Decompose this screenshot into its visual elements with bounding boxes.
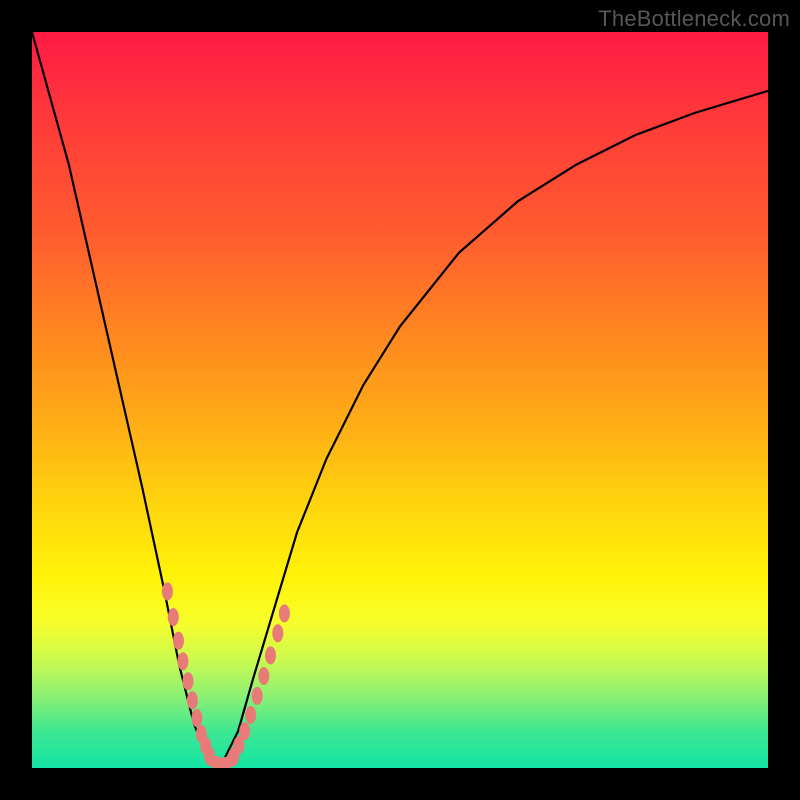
- bead-marker: [177, 652, 188, 670]
- bead-marker: [245, 706, 256, 724]
- bead-marker: [219, 757, 237, 768]
- bead-marker: [252, 687, 263, 705]
- bead-marker: [187, 691, 198, 709]
- bead-marker: [239, 722, 250, 740]
- bead-marker: [168, 608, 179, 626]
- bead-marker: [191, 709, 202, 727]
- bead-marker: [173, 632, 184, 650]
- curve-path: [32, 32, 768, 768]
- bead-marker: [183, 672, 194, 690]
- bead-marker: [272, 624, 283, 642]
- bead-marker: [258, 667, 269, 685]
- bottleneck-line: [32, 32, 768, 768]
- plot-area: [32, 32, 768, 768]
- watermark-text: TheBottleneck.com: [598, 6, 790, 32]
- bead-marker: [162, 582, 173, 600]
- bead-marker: [265, 646, 276, 664]
- bottleneck-curve: [32, 32, 768, 768]
- chart-container: TheBottleneck.com: [0, 0, 800, 800]
- bead-marker: [279, 604, 290, 622]
